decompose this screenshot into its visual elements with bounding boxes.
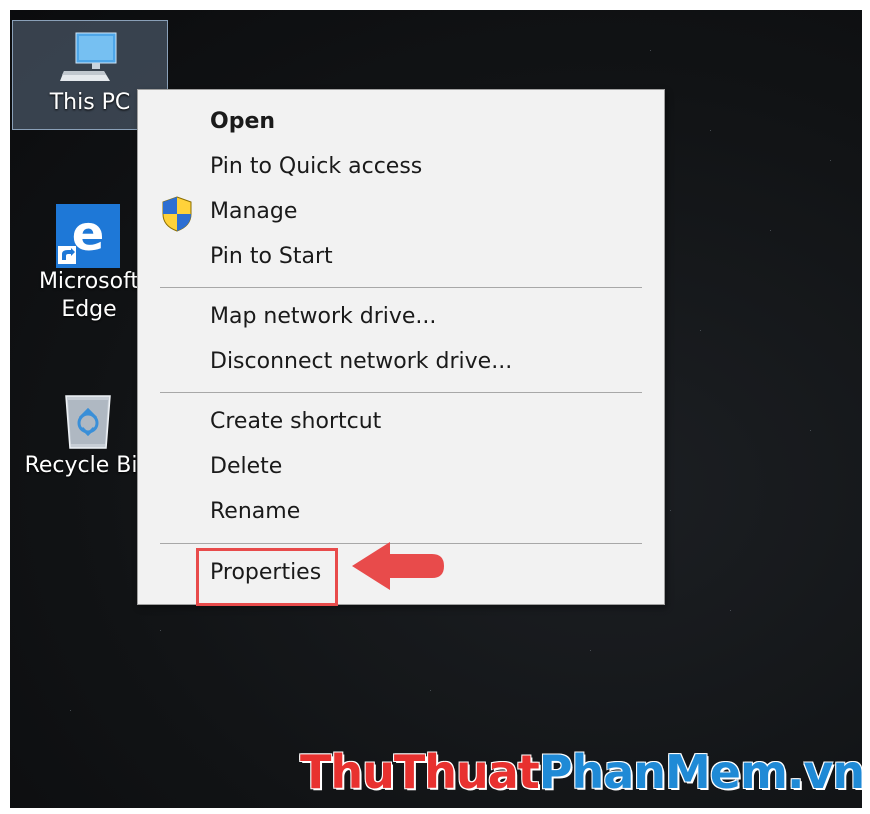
edge-label-line2: Edge [61,297,117,322]
watermark-part3: .vn [786,745,862,799]
star [160,630,161,631]
star [730,610,731,611]
star [710,130,711,131]
watermark-part2: PhanMem [538,745,788,799]
star [430,690,431,691]
properties-highlight-box [196,548,338,606]
menu-item-delete[interactable]: Delete [210,447,282,487]
svg-text:e: e [72,206,105,262]
uac-shield-icon [162,196,192,232]
this-pc-icon [60,32,117,81]
watermark-part1: ThuThuat [300,745,540,799]
star [830,160,831,161]
menu-item-open[interactable]: Open [210,102,275,142]
menu-separator [160,287,642,288]
menu-separator [160,392,642,393]
star [700,330,701,331]
menu-item-create-shortcut[interactable]: Create shortcut [210,402,381,442]
menu-item-pin-quick-access[interactable]: Pin to Quick access [210,147,422,187]
menu-item-manage[interactable]: Manage [210,192,297,232]
star [670,510,671,511]
star [590,650,591,651]
desktop: This PC e Microsoft Edge Recycle Bin Ope… [10,10,862,808]
this-pc-label: This PC [49,90,131,115]
menu-item-disconnect-network-drive[interactable]: Disconnect network drive... [210,342,512,382]
star [770,230,771,231]
context-menu: Open Pin to Quick access Manage Pin to S… [137,89,665,606]
menu-item-rename[interactable]: Rename [210,492,300,532]
star [650,50,651,51]
star [70,710,71,711]
annotation-arrow-icon [352,542,444,590]
edge-icon: e [56,204,120,268]
recycle-bin-icon [65,395,111,449]
watermark: ThuThuatPhanMem.vn [300,745,862,799]
menu-item-map-network-drive[interactable]: Map network drive... [210,297,436,337]
menu-item-pin-to-start[interactable]: Pin to Start [210,237,333,277]
edge-label-line1: Microsoft [38,269,140,294]
recycle-bin-label: Recycle Bin [24,453,152,478]
star [810,430,811,431]
desktop-icon-edge[interactable]: e Microsoft Edge [24,202,154,324]
